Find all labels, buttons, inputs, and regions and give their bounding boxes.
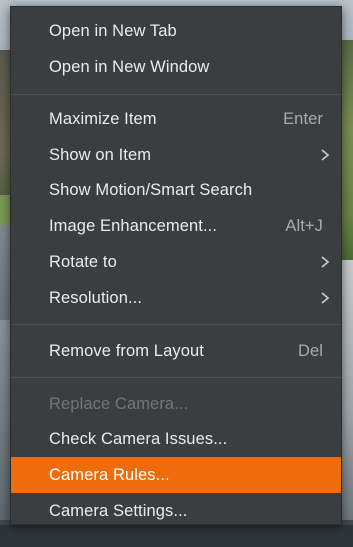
menu-item-label: Show on Item (49, 145, 152, 164)
menu-item-open-in-new-tab[interactable]: Open in New Tab (11, 13, 341, 49)
menu-item-camera-settings[interactable]: Camera Settings... (11, 493, 341, 529)
menu-item-replace-camera: Replace Camera... (11, 386, 341, 422)
chevron-right-icon (321, 292, 330, 304)
shortcut-hint: Del (297, 341, 323, 360)
menu-separator (11, 94, 341, 95)
shortcut-hint: Alt+J (285, 216, 323, 235)
menu-item-image-enhancement[interactable]: Image Enhancement... Alt+J (11, 208, 341, 244)
menu-item-camera-rules[interactable]: Camera Rules... (11, 457, 341, 493)
menu-item-resolution[interactable]: Resolution... (11, 280, 341, 316)
menu-item-label: Camera Settings... (49, 501, 188, 520)
menu-item-label: Image Enhancement... (49, 216, 218, 235)
menu-item-label: Camera Rules... (49, 465, 170, 484)
menu-item-label: Check Camera Issues... (49, 429, 228, 448)
menu-item-label: Rotate to (49, 252, 117, 271)
menu-separator (11, 324, 341, 325)
menu-item-check-camera-issues[interactable]: Check Camera Issues... (11, 421, 341, 457)
menu-item-show-on-item[interactable]: Show on Item (11, 137, 341, 173)
menu-separator (11, 377, 341, 378)
chevron-right-icon (321, 149, 330, 161)
menu-item-show-motion-smart-search[interactable]: Show Motion/Smart Search (11, 172, 341, 208)
menu-item-maximize-item[interactable]: Maximize Item Enter (11, 101, 341, 137)
menu-item-label: Remove from Layout (49, 341, 204, 360)
background-tree-right (341, 40, 353, 260)
menu-item-label: Maximize Item (49, 109, 157, 128)
menu-item-remove-from-layout[interactable]: Remove from Layout Del (11, 333, 341, 369)
menu-item-rotate-to[interactable]: Rotate to (11, 244, 341, 280)
chevron-right-icon (321, 256, 330, 268)
menu-item-label: Replace Camera... (49, 394, 189, 413)
menu-item-label: Open in New Tab (49, 21, 177, 40)
shortcut-hint: Enter (283, 109, 323, 128)
menu-item-label: Resolution... (49, 288, 143, 307)
menu-item-open-in-new-window[interactable]: Open in New Window (11, 49, 341, 85)
menu-item-label: Open in New Window (49, 57, 210, 76)
background-road-right (341, 260, 353, 520)
context-menu: Open in New Tab Open in New Window Maxim… (10, 6, 342, 525)
menu-item-label: Show Motion/Smart Search (49, 180, 253, 199)
